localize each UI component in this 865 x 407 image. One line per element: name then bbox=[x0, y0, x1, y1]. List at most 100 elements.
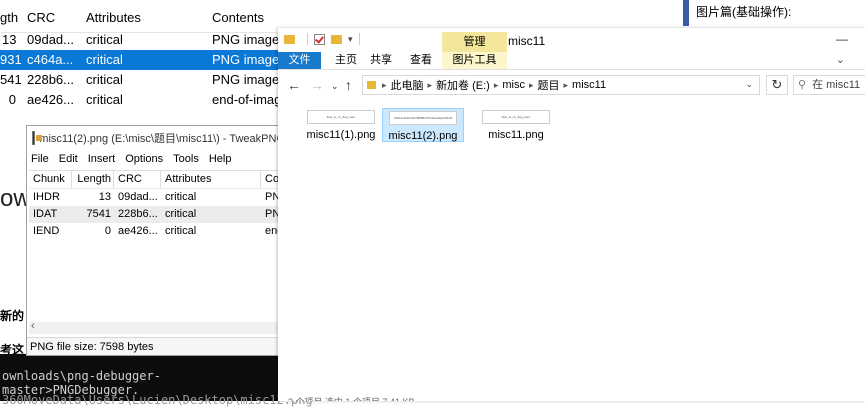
recent-locations-icon[interactable]: ⌄ bbox=[331, 81, 339, 92]
file-item[interactable]: flow_is_no_flag_here misc11.png bbox=[475, 108, 557, 142]
ribbon-tabs: 文件 主页 共享 查看 图片工具 ⌄ bbox=[278, 52, 865, 70]
cell-length: 0 bbox=[8, 92, 16, 107]
breadcrumb-separator-icon[interactable]: ▸ bbox=[564, 80, 569, 91]
menu-options[interactable]: Options bbox=[125, 153, 163, 165]
breadcrumb-misc11[interactable]: misc11 bbox=[572, 79, 606, 91]
tweakpng-window: misc11(2).png (E:\misc\题目\misc11\) - Twe… bbox=[26, 125, 286, 356]
cell-attributes: critical bbox=[86, 52, 123, 67]
menu-edit[interactable]: Edit bbox=[59, 153, 78, 165]
tweakpng-titlebar[interactable]: misc11(2).png (E:\misc\题目\misc11\) - Twe… bbox=[27, 126, 285, 150]
cell-length: 13 bbox=[98, 191, 111, 203]
list-row[interactable]: 0 ae426... critical end-of-imag bbox=[0, 90, 300, 110]
cell-crc: 228b6... bbox=[118, 208, 158, 220]
customize-dropdown-icon[interactable]: ▾ bbox=[348, 34, 353, 45]
file-item[interactable]: flow_is_no_flag_here misc11(1).png bbox=[300, 108, 382, 142]
folder-icon bbox=[367, 81, 376, 89]
new-folder-icon[interactable] bbox=[331, 34, 342, 44]
minimize-icon[interactable]: — bbox=[836, 32, 848, 46]
breadcrumb-topic[interactable]: 题目 bbox=[538, 77, 560, 93]
terminal-window[interactable]: ownloads\png-debugger-master>PNGDebugger… bbox=[0, 354, 313, 407]
header-attributes[interactable]: Attributes bbox=[165, 173, 211, 185]
refresh-button[interactable]: ↻ bbox=[766, 75, 788, 95]
header-crc[interactable]: CRC bbox=[27, 10, 55, 25]
address-dropdown-icon[interactable]: ⌄ bbox=[745, 79, 753, 90]
header-crc[interactable]: CRC bbox=[118, 173, 142, 185]
header-length[interactable]: gth bbox=[0, 10, 18, 25]
article-heading: 图片篇(基础操作): bbox=[696, 5, 792, 19]
tweakpng-statusbar: PNG file size: 7598 bytes bbox=[27, 337, 285, 355]
file-name: misc11(2).png bbox=[388, 130, 458, 142]
breadcrumb-misc[interactable]: misc bbox=[502, 79, 525, 91]
expand-ribbon-icon[interactable]: ⌄ bbox=[836, 53, 845, 66]
cell-crc: 228b6... bbox=[27, 72, 74, 87]
quick-access-toolbar: ▾ bbox=[284, 33, 366, 45]
cell-crc: c464a... bbox=[27, 52, 74, 67]
explorer-titlebar[interactable]: ▾ 管理 misc11 — bbox=[278, 28, 865, 52]
cell-contents: PNG image bbox=[212, 52, 280, 67]
up-arrow-icon[interactable]: ↑ bbox=[345, 77, 352, 93]
menu-insert[interactable]: Insert bbox=[88, 153, 116, 165]
toolbar-divider bbox=[358, 33, 360, 45]
cell-length: 0 bbox=[104, 225, 111, 237]
column-divider[interactable] bbox=[260, 171, 261, 188]
file-thumbnail: c9b0ac4b4b2917f89f8b27b63aca9ac0f1bd0 bbox=[389, 111, 457, 125]
cell-attributes: critical bbox=[86, 92, 123, 107]
chunk-row[interactable]: IEND 0 ae426... critical enc bbox=[29, 223, 283, 240]
chunk-list: Chunk Length CRC Attributes Co IHDR 13 0… bbox=[29, 170, 283, 331]
menu-file[interactable]: File bbox=[31, 153, 49, 165]
tab-picture-tools[interactable]: 图片工具 bbox=[442, 52, 507, 69]
menu-help[interactable]: Help bbox=[209, 153, 232, 165]
terminal-line: 360MoveData\Users\Lucien\Desktop\misc12.… bbox=[2, 393, 313, 407]
breadcrumb-separator-icon[interactable]: ▸ bbox=[428, 80, 433, 91]
file-thumbnail: flow_is_no_flag_here bbox=[482, 110, 550, 124]
cell-attributes: critical bbox=[165, 225, 197, 237]
breadcrumb-separator-icon[interactable]: ▸ bbox=[494, 80, 499, 91]
chunk-row[interactable]: IDAT 7541 228b6... critical PN bbox=[29, 206, 281, 223]
navigation-bar: ← → ⌄ ↑ ▸ 此电脑 ▸ 新加卷 (E:) ▸ misc ▸ 题目 ▸ m… bbox=[278, 70, 865, 100]
forward-arrow-icon[interactable]: → bbox=[310, 77, 324, 93]
breadcrumb-separator-icon[interactable]: ▸ bbox=[382, 80, 387, 91]
background-chunk-list: gth CRC Attributes Contents 13 09dad... … bbox=[0, 0, 300, 120]
tab-view[interactable]: 查看 bbox=[406, 52, 436, 69]
cell-chunk: IHDR bbox=[33, 191, 60, 203]
menu-tools[interactable]: Tools bbox=[173, 153, 199, 165]
list-row-selected[interactable]: 931 c464a... critical PNG image bbox=[0, 50, 300, 70]
file-item-selected[interactable]: c9b0ac4b4b2917f89f8b27b63aca9ac0f1bd0 mi… bbox=[382, 108, 464, 142]
tab-file[interactable]: 文件 bbox=[278, 52, 321, 69]
column-divider[interactable] bbox=[113, 171, 114, 188]
header-attributes[interactable]: Attributes bbox=[86, 10, 141, 25]
tab-share[interactable]: 共享 bbox=[368, 52, 394, 69]
cell-crc: ae426... bbox=[27, 92, 74, 107]
file-thumbnail: flow_is_no_flag_here bbox=[307, 110, 375, 124]
tab-home[interactable]: 主页 bbox=[328, 52, 364, 69]
header-chunk[interactable]: Chunk bbox=[33, 173, 65, 185]
breadcrumb-separator-icon[interactable]: ▸ bbox=[529, 80, 534, 91]
cell-crc: ae426... bbox=[118, 225, 158, 237]
file-name: misc11.png bbox=[488, 129, 544, 141]
list-row[interactable]: 541 228b6... critical PNG image bbox=[0, 70, 300, 90]
header-length[interactable]: Length bbox=[77, 173, 111, 185]
scroll-left-icon[interactable]: ‹ bbox=[31, 320, 35, 332]
search-input[interactable]: ⚲ 在 misc11 bbox=[793, 75, 865, 95]
properties-check-icon[interactable] bbox=[314, 33, 325, 45]
tweakpng-app-icon bbox=[32, 131, 43, 145]
heading-accent-bar bbox=[683, 0, 689, 26]
tab-manage[interactable]: 管理 bbox=[442, 32, 507, 52]
column-divider[interactable] bbox=[160, 171, 161, 188]
cell-attributes: critical bbox=[86, 32, 123, 47]
column-divider[interactable] bbox=[71, 171, 72, 188]
back-arrow-icon[interactable]: ← bbox=[287, 77, 301, 93]
address-bar[interactable]: ▸ 此电脑 ▸ 新加卷 (E:) ▸ misc ▸ 题目 ▸ misc11 ⌄ bbox=[362, 75, 760, 95]
header-contents[interactable]: Co bbox=[265, 173, 279, 185]
tweakpng-title: misc11(2).png (E:\misc\题目\misc11\) - Twe… bbox=[39, 133, 285, 145]
cell-attributes: critical bbox=[165, 208, 197, 220]
breadcrumb-drive[interactable]: 新加卷 (E:) bbox=[436, 77, 490, 93]
horizontal-scrollbar[interactable]: ‹ bbox=[29, 320, 281, 334]
list-row[interactable]: 13 09dad... critical PNG image bbox=[0, 30, 300, 50]
search-placeholder: 在 misc11 bbox=[812, 79, 861, 91]
cell-attributes: critical bbox=[86, 72, 123, 87]
header-contents[interactable]: Contents bbox=[212, 10, 264, 25]
breadcrumb-this-pc[interactable]: 此电脑 bbox=[391, 77, 424, 93]
chunk-row[interactable]: IHDR 13 09dad... critical PN bbox=[29, 189, 281, 206]
background-text-fragment: 新的 bbox=[0, 309, 25, 323]
